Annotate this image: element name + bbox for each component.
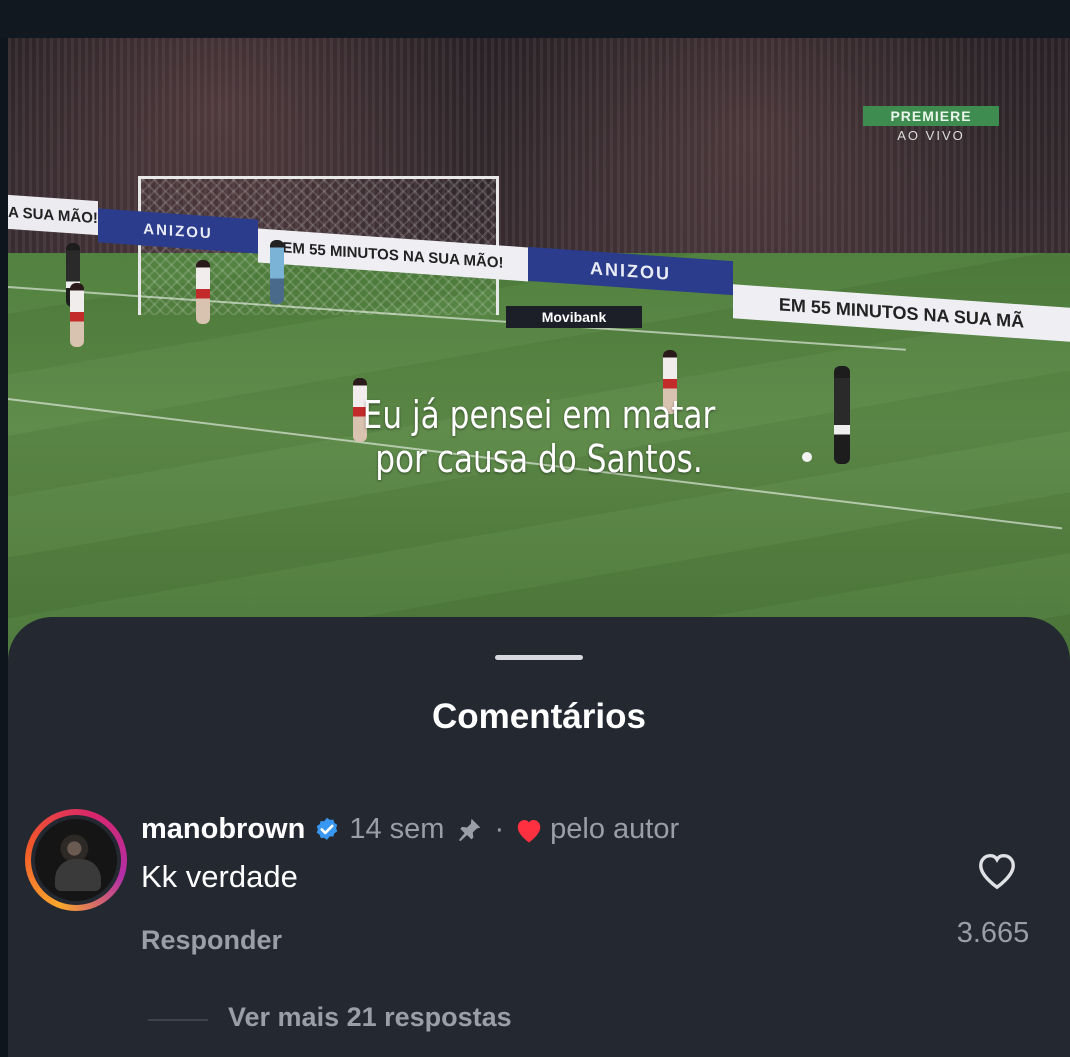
comments-sheet: Comentários manobrown 14 sem · pelo auto…	[8, 617, 1070, 1057]
video-caption: Eu já pensei em matar por causa do Santo…	[104, 393, 975, 481]
like-count: 3.665	[956, 917, 1030, 949]
comment-header: manobrown 14 sem · pelo autor	[141, 813, 679, 846]
ad-board: A SUA MÃO!	[8, 194, 98, 236]
comment-text: Kk verdade	[141, 859, 298, 894]
ad-board: ANIZOU	[528, 246, 733, 296]
player	[70, 283, 84, 347]
drag-handle[interactable]	[495, 655, 583, 660]
heart-filled-icon	[517, 819, 541, 842]
video-player[interactable]: A SUA MÃO! ANIZOU EM 55 MINUTOS NA SUA M…	[8, 38, 1070, 678]
caption-line: por causa do Santos.	[375, 437, 703, 481]
heart-outline-icon[interactable]	[974, 849, 1020, 891]
live-label: AO VIVO	[897, 128, 965, 143]
avatar[interactable]	[25, 809, 127, 911]
premiere-logo: PREMIERE	[863, 106, 999, 126]
avatar-border	[31, 815, 121, 905]
reply-button[interactable]: Responder	[141, 925, 282, 956]
player	[196, 260, 210, 324]
liked-by-author-label: pelo autor	[550, 813, 680, 845]
sheet-title: Comentários	[432, 697, 646, 736]
view-more-replies-button[interactable]: Ver mais 21 respostas	[228, 1002, 512, 1033]
caption-line: Eu já pensei em matar	[362, 393, 716, 437]
sponsor-board: Movibank	[506, 306, 642, 328]
goalkeeper	[270, 240, 284, 304]
verified-badge-icon	[317, 817, 338, 840]
replies-divider	[148, 1019, 208, 1021]
separator-dot: ·	[494, 813, 505, 845]
avatar-image	[35, 819, 117, 901]
comment-time: 14 sem	[349, 813, 445, 845]
top-bar	[0, 0, 1070, 38]
pin-icon	[459, 818, 481, 841]
broadcaster-badge: PREMIERE AO VIVO	[863, 106, 999, 143]
username[interactable]: manobrown	[141, 813, 305, 846]
